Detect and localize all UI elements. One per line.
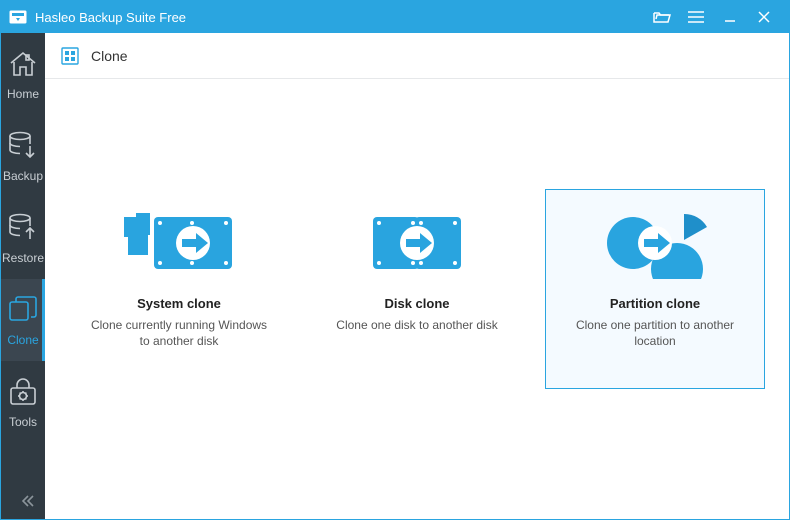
sidebar-item-label: Clone [7,333,38,347]
close-button[interactable] [747,1,781,33]
app-title: Hasleo Backup Suite Free [35,10,186,25]
tools-icon [7,375,39,409]
card-disk-clone[interactable]: Disk clone Clone one disk to another dis… [307,189,527,389]
partition-clone-icon [603,204,707,282]
sidebar-item-label: Backup [3,169,43,183]
main-panel: Clone [45,33,789,519]
sidebar-item-label: Restore [2,251,44,265]
sidebar-collapse-button[interactable] [1,483,45,519]
chevron-double-left-icon [21,494,35,508]
sidebar-item-restore[interactable]: Restore [1,197,45,279]
sidebar-item-home[interactable]: Home [1,33,45,115]
backup-icon [8,129,38,163]
app-logo-icon [9,10,27,24]
clone-options: System clone Clone currently running Win… [45,79,789,519]
open-folder-button[interactable] [645,1,679,33]
menu-button[interactable] [679,1,713,33]
disk-clone-icon [367,204,467,282]
card-desc: Clone currently running Windows to anoth… [82,317,276,349]
sidebar-item-label: Tools [9,415,37,429]
clone-header-icon [61,47,79,65]
minimize-button[interactable] [713,1,747,33]
card-title: Partition clone [610,296,700,311]
card-partition-clone[interactable]: Partition clone Clone one partition to a… [545,189,765,389]
page-title: Clone [91,48,128,64]
titlebar: Hasleo Backup Suite Free [1,1,789,33]
sidebar: Home Backup [1,33,45,519]
card-system-clone[interactable]: System clone Clone currently running Win… [69,189,289,389]
page-header: Clone [45,33,789,79]
card-desc: Clone one disk to another disk [332,317,501,333]
card-title: Disk clone [384,296,449,311]
restore-icon [8,211,38,245]
card-desc: Clone one partition to another location [558,317,752,349]
system-clone-icon [124,204,234,282]
home-icon [6,47,40,81]
sidebar-item-tools[interactable]: Tools [1,361,45,443]
sidebar-item-clone[interactable]: Clone [1,279,45,361]
sidebar-item-label: Home [7,87,39,101]
clone-icon [7,293,39,327]
sidebar-item-backup[interactable]: Backup [1,115,45,197]
card-title: System clone [137,296,221,311]
